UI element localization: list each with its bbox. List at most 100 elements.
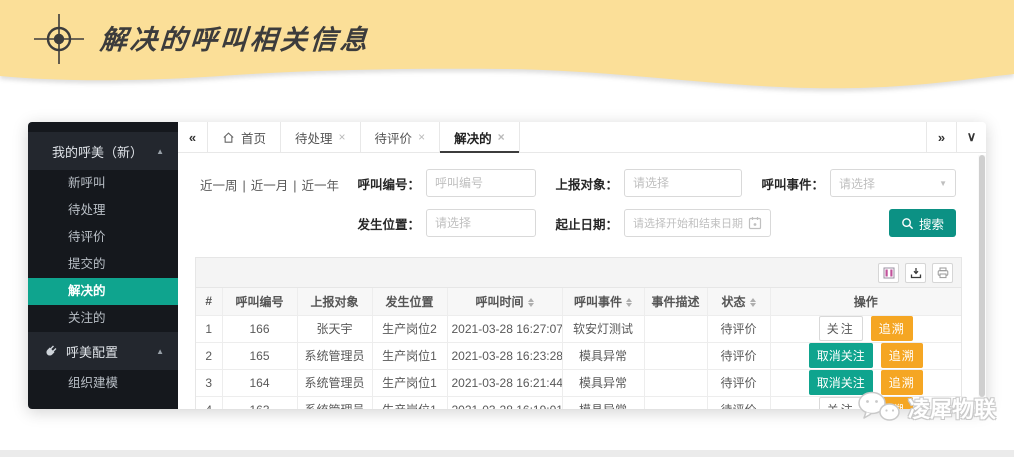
cell-actions: 取消关注追溯: [770, 342, 961, 369]
col-status[interactable]: 状态: [707, 288, 770, 315]
table-row: 4 163 系统管理员 生产岗位1 2021-03-28 16:19:01 模具…: [196, 396, 961, 409]
quick-link-month[interactable]: 近一月: [251, 179, 289, 193]
cell-index: 3: [196, 369, 222, 396]
tabs-menu-button[interactable]: ∨: [956, 122, 986, 152]
cell-reporter: 张天宇: [297, 315, 372, 342]
report-target-label: 上报对象：: [548, 174, 618, 193]
sidebar-item-to-review[interactable]: 待评价: [28, 224, 178, 251]
sidebar-item-pending[interactable]: 待处理: [28, 197, 178, 224]
col-call-time[interactable]: 呼叫时间: [447, 288, 562, 315]
table-toolbar: [196, 258, 961, 288]
select-placeholder: 请选择: [839, 175, 875, 192]
cell-index: 2: [196, 342, 222, 369]
cell-location: 生产岗位1: [372, 342, 447, 369]
tab-label: 首页: [241, 128, 266, 147]
filter-form: 呼叫编号： 上报对象： 呼叫事件： 请选择 ▼: [350, 169, 956, 249]
cell-call-no: 166: [222, 315, 297, 342]
tab-to-review[interactable]: 待评价 ×: [361, 122, 441, 152]
sidebar-group-label: 呼美配置: [66, 342, 156, 361]
tabs-scroll-left-button[interactable]: «: [178, 122, 208, 152]
location-input[interactable]: [426, 209, 536, 237]
calendar-icon: [748, 216, 762, 230]
col-call-no: 呼叫编号: [222, 288, 297, 315]
main-content: « 首页 待处理 × 待评价 × 解决的 ×: [178, 122, 986, 409]
table-row: 1 166 张天宇 生产岗位2 2021-03-28 16:27:07 软安灯测…: [196, 315, 961, 342]
cell-location: 生产岗位2: [372, 315, 447, 342]
trace-button[interactable]: 追溯: [881, 343, 923, 368]
sidebar-group-my-humei[interactable]: 我的呼美（新） ▲: [28, 132, 178, 170]
export-button[interactable]: [905, 263, 926, 283]
tabbar-spacer: [520, 122, 926, 152]
cell-call-no: 164: [222, 369, 297, 396]
chevron-down-icon: ∨: [967, 129, 977, 144]
col-event-desc: 事件描述: [644, 288, 707, 315]
close-icon[interactable]: ×: [339, 131, 346, 143]
quick-link-week[interactable]: 近一周: [200, 179, 238, 193]
tab-resolved[interactable]: 解决的 ×: [440, 122, 520, 152]
col-actions: 操作: [770, 288, 961, 315]
tab-label: 待评价: [375, 128, 413, 147]
close-icon[interactable]: ×: [418, 131, 425, 143]
table-row: 3 164 系统管理员 生产岗位1 2021-03-28 16:21:44 模具…: [196, 369, 961, 396]
cell-time: 2021-03-28 16:19:01: [447, 396, 562, 409]
quick-link-year[interactable]: 近一年: [302, 179, 340, 193]
location-label: 发生位置：: [350, 214, 420, 233]
cell-reporter: 系统管理员: [297, 396, 372, 409]
page-banner: 解决的呼叫相关信息: [0, 0, 1014, 100]
export-icon: [910, 267, 922, 279]
cell-call-no: 163: [222, 396, 297, 409]
sidebar-item-new-call[interactable]: 新呼叫: [28, 170, 178, 197]
sidebar-item-followed[interactable]: 关注的: [28, 305, 178, 332]
sort-icon[interactable]: [626, 298, 632, 308]
search-button-label: 搜索: [919, 214, 944, 233]
caret-up-icon: ▲: [156, 147, 164, 156]
watermark-text: 凌犀物联: [908, 392, 996, 424]
search-icon: [901, 217, 914, 230]
sidebar-item-submitted[interactable]: 提交的: [28, 251, 178, 278]
vertical-scrollbar[interactable]: [978, 155, 986, 407]
tabs-scroll-right-button[interactable]: »: [926, 122, 956, 152]
crosshair-icon: [34, 14, 84, 64]
close-icon[interactable]: ×: [498, 131, 505, 143]
filter-panel: 近一周|近一月|近一年 呼叫编号： 上报对象： 呼叫事件： 请选: [178, 153, 986, 255]
follow-button[interactable]: 关注: [819, 316, 863, 341]
tab-pending[interactable]: 待处理 ×: [281, 122, 361, 152]
cell-desc: [644, 369, 707, 396]
cell-actions: 关注追溯: [770, 315, 961, 342]
print-button[interactable]: [932, 263, 953, 283]
report-target-input[interactable]: [624, 169, 742, 197]
cell-reporter: 系统管理员: [297, 342, 372, 369]
trace-button[interactable]: 追溯: [871, 316, 913, 341]
sidebar-item-resolved[interactable]: 解决的: [28, 278, 178, 305]
scrollbar-thumb[interactable]: [979, 155, 985, 397]
search-button[interactable]: 搜索: [889, 209, 956, 237]
tab-home[interactable]: 首页: [208, 122, 281, 152]
plug-icon: [44, 344, 58, 358]
unfollow-button[interactable]: 取消关注: [809, 343, 873, 368]
cell-desc: [644, 315, 707, 342]
sidebar-group-config[interactable]: 呼美配置 ▲: [28, 332, 178, 370]
double-chevron-right-icon: »: [938, 130, 945, 145]
sort-icon[interactable]: [528, 298, 534, 308]
call-table-container: # 呼叫编号 上报对象 发生位置 呼叫时间 呼叫事件 事件描述 状态 操作: [195, 257, 962, 409]
call-event-label: 呼叫事件：: [754, 174, 824, 193]
cell-index: 4: [196, 396, 222, 409]
tab-bar: « 首页 待处理 × 待评价 × 解决的 ×: [178, 122, 986, 153]
app-window: 我的呼美（新） ▲ 新呼叫 待处理 待评价 提交的 解决的 关注的: [28, 122, 986, 409]
col-index: #: [196, 288, 222, 315]
column-settings-button[interactable]: [878, 263, 899, 283]
col-reporter: 上报对象: [297, 288, 372, 315]
screenshot-root: 解决的呼叫相关信息 我的呼美（新） ▲ 新呼叫 待处理 待评价 提交的 解决的 …: [0, 0, 1014, 457]
sidebar-item-org-modeling[interactable]: 组织建模: [28, 370, 178, 397]
col-call-event[interactable]: 呼叫事件: [562, 288, 644, 315]
date-range-picker[interactable]: 请选择开始和结束日期: [624, 209, 771, 237]
column-settings-icon: [883, 267, 895, 279]
sidebar-menu: 新呼叫 待处理 待评价 提交的 解决的 关注的: [28, 170, 178, 332]
cell-desc: [644, 396, 707, 409]
cell-event: 模具异常: [562, 369, 644, 396]
sort-icon[interactable]: [750, 298, 756, 308]
double-chevron-left-icon: «: [189, 130, 196, 145]
call-event-select[interactable]: 请选择 ▼: [830, 169, 956, 197]
call-no-input[interactable]: [426, 169, 536, 197]
cell-call-no: 165: [222, 342, 297, 369]
